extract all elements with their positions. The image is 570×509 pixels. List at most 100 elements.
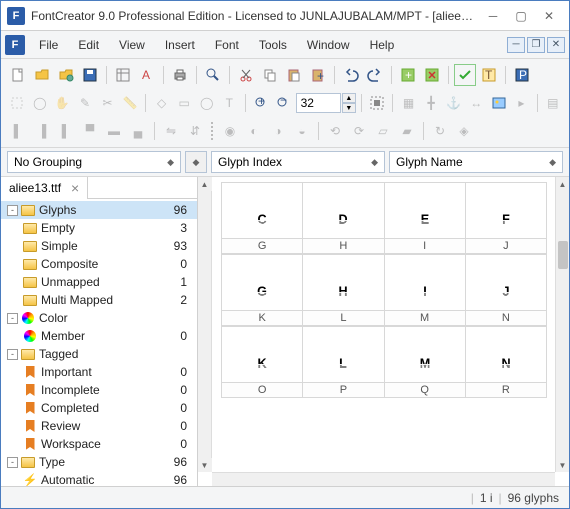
glyph-label: P <box>302 382 384 398</box>
menubar: F FileEditViewInsertFontToolsWindowHelp … <box>1 31 569 59</box>
glyph-props-icon[interactable] <box>112 64 134 86</box>
glyph-cell[interactable]: I <box>384 254 466 311</box>
svg-text:G: G <box>257 284 267 298</box>
svg-text:E: E <box>420 212 428 226</box>
grouping-combo[interactable]: No Grouping◆ <box>7 151 181 173</box>
menu-help[interactable]: Help <box>360 34 405 56</box>
close-tab-icon[interactable]: × <box>71 180 79 196</box>
svg-text:+: + <box>405 68 412 82</box>
tree-item-member[interactable]: Member0 <box>1 327 197 345</box>
menu-file[interactable]: File <box>29 34 68 56</box>
tree-item-composite[interactable]: Composite0 <box>1 255 197 273</box>
align-top-icon: ▀ <box>79 120 101 142</box>
svg-text:F: F <box>502 212 510 226</box>
left-scrollbar[interactable]: ▲ ▼ <box>198 177 212 472</box>
validate-icon[interactable] <box>454 64 476 86</box>
name-combo[interactable]: Glyph Name◆ <box>389 151 563 173</box>
cut-icon[interactable] <box>235 64 257 86</box>
zoom-in-icon[interactable]: + <box>250 92 271 114</box>
open-icon[interactable] <box>31 64 53 86</box>
glyph-cell[interactable]: K <box>221 326 303 383</box>
tree-item-type[interactable]: -Type96 <box>1 453 197 471</box>
tree-item-unmapped[interactable]: Unmapped1 <box>1 273 197 291</box>
svg-text:A: A <box>142 68 150 82</box>
fit-icon[interactable] <box>367 92 388 114</box>
minimize-button[interactable]: ─ <box>479 6 507 26</box>
font-props-icon[interactable]: A <box>136 64 158 86</box>
tree-item-review[interactable]: Review0 <box>1 417 197 435</box>
menu-window[interactable]: Window <box>297 34 360 56</box>
glyph-cell[interactable]: N <box>465 326 547 383</box>
sort-combo[interactable]: Glyph Index◆ <box>211 151 385 173</box>
app-icon: F <box>7 7 25 25</box>
scroll-up-icon[interactable]: ▲ <box>198 177 212 191</box>
tree-item-completed[interactable]: Completed0 <box>1 399 197 417</box>
redo-icon[interactable] <box>364 64 386 86</box>
scroll-down-icon[interactable]: ▼ <box>198 458 212 472</box>
glyph-cell[interactable]: C <box>221 182 303 239</box>
tree-item-automatic[interactable]: ⚡Automatic96 <box>1 471 197 486</box>
menu-tools[interactable]: Tools <box>249 34 297 56</box>
copy-icon[interactable] <box>259 64 281 86</box>
undo-icon[interactable] <box>340 64 362 86</box>
open-font-icon[interactable] <box>55 64 77 86</box>
insert-char-icon[interactable]: + <box>397 64 419 86</box>
svg-text:P: P <box>519 68 527 82</box>
tree-item-color[interactable]: -Color <box>1 309 197 327</box>
zoom-field[interactable]: 32 <box>296 93 341 113</box>
tree-item-glyphs[interactable]: -Glyphs96 <box>1 201 197 219</box>
svg-text:D: D <box>339 212 348 226</box>
mdi-close-button[interactable]: ✕ <box>547 37 565 53</box>
vertical-scrollbar[interactable]: ▲ ▼ <box>555 177 569 472</box>
print-icon[interactable] <box>169 64 191 86</box>
menu-insert[interactable]: Insert <box>155 34 205 56</box>
glyph-cell[interactable]: D <box>302 182 384 239</box>
paste-icon[interactable] <box>283 64 305 86</box>
tree-item-workspace[interactable]: Workspace0 <box>1 435 197 453</box>
category-tree[interactable]: -Glyphs96Empty3Simple93Composite0Unmappe… <box>1 199 197 486</box>
test-icon[interactable]: T <box>478 64 500 86</box>
maximize-button[interactable]: ▢ <box>507 6 535 26</box>
glyph-cell[interactable]: E <box>384 182 466 239</box>
glyph-cell[interactable]: J <box>465 254 547 311</box>
tree-item-tagged[interactable]: -Tagged <box>1 345 197 363</box>
bg-image-icon[interactable] <box>489 92 510 114</box>
new-icon[interactable] <box>7 64 29 86</box>
zoom-out-icon[interactable]: − <box>273 92 294 114</box>
paste-special-icon[interactable]: + <box>307 64 329 86</box>
menu-font[interactable]: Font <box>205 34 249 56</box>
bookmark-icon <box>23 438 37 450</box>
menu-view[interactable]: View <box>109 34 155 56</box>
save-icon[interactable] <box>79 64 101 86</box>
mdi-minimize-button[interactable]: ─ <box>507 37 525 53</box>
tree-item-multi-mapped[interactable]: Multi Mapped2 <box>1 291 197 309</box>
ellipse-icon: ◯ <box>196 92 217 114</box>
preview-icon[interactable]: P <box>511 64 533 86</box>
mdi-restore-button[interactable]: ❐ <box>527 37 545 53</box>
bookmark-icon <box>23 384 37 396</box>
menu-edit[interactable]: Edit <box>68 34 109 56</box>
horizontal-scrollbar[interactable] <box>212 472 555 486</box>
app-menu-icon[interactable]: F <box>5 35 25 55</box>
file-tab[interactable]: aliee13.ttf × <box>1 177 88 199</box>
glyph-cell[interactable]: L <box>302 326 384 383</box>
grouping-options[interactable]: ◆ <box>185 151 207 173</box>
find-icon[interactable] <box>202 64 224 86</box>
glyph-cell[interactable]: H <box>302 254 384 311</box>
tree-item-important[interactable]: Important0 <box>1 363 197 381</box>
glyph-label: L <box>302 310 384 326</box>
glyph-label: I <box>384 238 466 254</box>
measure-icon: 📏 <box>120 92 141 114</box>
bookmark-icon <box>23 402 37 414</box>
tree-item-incomplete[interactable]: Incomplete0 <box>1 381 197 399</box>
delete-char-icon[interactable] <box>421 64 443 86</box>
main-toolbar: A + + T P ◯ ✋ ✎ ✂ 📏 ◇ ▭ ◯ T + − 3 <box>1 59 569 148</box>
close-button[interactable]: ✕ <box>535 6 563 26</box>
glyph-cell[interactable]: M <box>384 326 466 383</box>
zoom-spinner[interactable]: ▲▼ <box>342 93 356 113</box>
glyph-cell[interactable]: F <box>465 182 547 239</box>
scroll-thumb[interactable] <box>558 241 568 269</box>
glyph-cell[interactable]: G <box>221 254 303 311</box>
tree-item-empty[interactable]: Empty3 <box>1 219 197 237</box>
tree-item-simple[interactable]: Simple93 <box>1 237 197 255</box>
